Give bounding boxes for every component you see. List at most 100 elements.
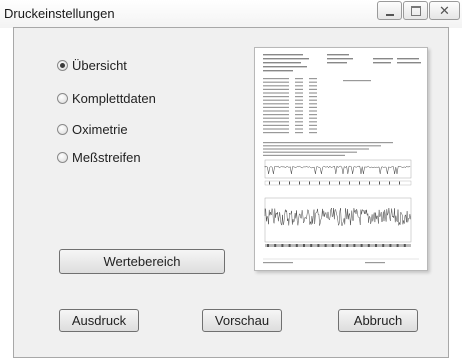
preview-timeline-bar [265, 244, 411, 247]
preview-event-mark [269, 181, 270, 185]
preview-table-cell [309, 110, 317, 112]
vorschau-button[interactable]: Vorschau [202, 309, 282, 332]
radio-label: Übersicht [72, 57, 127, 73]
preview-table-cell [309, 85, 317, 87]
preview-table-cell [263, 85, 289, 87]
preview-table-cell [309, 128, 317, 130]
close-icon: ✕ [439, 3, 450, 18]
radio-komplettdaten[interactable]: Komplettdaten [57, 89, 156, 107]
preview-event-mark [279, 181, 280, 185]
preview-table-cell [263, 96, 289, 98]
preview-text-line [263, 62, 301, 64]
preview-table-cell [263, 78, 289, 80]
radio-label: Oximetrie [72, 121, 128, 137]
preview-text-line [263, 151, 357, 153]
preview-event-mark [329, 181, 330, 185]
preview-event-mark [389, 181, 390, 185]
preview-table-cell [295, 110, 303, 112]
radio-button-icon [57, 123, 68, 135]
preview-text-line [327, 58, 353, 60]
preview-event-mark [309, 181, 310, 185]
preview-table-cell [295, 88, 303, 90]
preview-text-line [263, 70, 293, 72]
preview-table-cell [295, 99, 303, 101]
preview-text-line [327, 62, 347, 64]
preview-text-line [263, 142, 393, 144]
radio-label: Meßstreifen [72, 149, 141, 165]
minimize-icon [385, 12, 394, 16]
preview-event-mark [349, 181, 350, 185]
preview-timeline-mark [281, 244, 284, 247]
preview-table-cell [263, 99, 289, 101]
preview-table-cell [263, 117, 289, 119]
preview-event-mark [339, 181, 340, 185]
preview-table-cell [263, 106, 289, 108]
preview-table-cell [309, 92, 317, 94]
preview-timeline-mark [360, 244, 363, 247]
preview-text-line [263, 154, 345, 156]
ausdruck-button[interactable]: Ausdruck [59, 309, 139, 332]
preview-table-cell [309, 106, 317, 108]
preview-table-cell [309, 81, 317, 83]
radio-messstreifen[interactable]: Meßstreifen [57, 148, 141, 166]
preview-table-cell [309, 78, 317, 80]
preview-timeline-mark [382, 244, 385, 247]
preview-table-cell [263, 92, 289, 94]
preview-table-cell [295, 78, 303, 80]
preview-table-cell [295, 128, 303, 130]
minimize-button[interactable] [377, 1, 402, 20]
preview-table-cell [295, 85, 303, 87]
preview-text-line [397, 58, 419, 60]
preview-timeline-mark [288, 244, 291, 247]
preview-timeline-mark [403, 244, 406, 247]
preview-timeline-mark [367, 244, 370, 247]
wertebereich-button[interactable]: Wertebereich [59, 249, 225, 274]
preview-table-cell [309, 114, 317, 116]
dialog-client-area: Übersicht Komplettdaten Oximetrie Meßstr… [13, 27, 449, 358]
preview-timeline-mark [375, 244, 377, 247]
preview-event-mark [319, 181, 320, 185]
preview-text-line [263, 58, 309, 60]
close-button[interactable]: ✕ [429, 1, 460, 20]
preview-text-line [327, 54, 349, 56]
preview-text-line [373, 62, 391, 64]
preview-table-cell [263, 114, 289, 116]
preview-table-cell [295, 103, 303, 105]
preview-event-mark [369, 181, 370, 185]
preview-table-cell [263, 88, 289, 90]
radio-uebersicht[interactable]: Übersicht [57, 56, 127, 74]
preview-trace-line [264, 165, 411, 175]
preview-table-cell [263, 132, 289, 134]
preview-event-mark [299, 181, 300, 185]
preview-event-mark [359, 181, 360, 185]
maximize-button[interactable] [403, 1, 428, 20]
preview-timeline-mark [310, 244, 313, 247]
preview-table-cell [295, 114, 303, 116]
preview-table-cell [263, 128, 289, 130]
preview-table-cell [309, 124, 317, 126]
radio-oximetrie[interactable]: Oximetrie [57, 120, 128, 138]
abbruch-button[interactable]: Abbruch [338, 309, 418, 332]
preview-table-cell [309, 103, 317, 105]
radio-label: Komplettdaten [72, 90, 156, 106]
preview-table-cell [309, 121, 317, 123]
preview-timeline-mark [317, 244, 320, 247]
preview-timeline-mark [267, 244, 269, 247]
preview-event-mark [379, 181, 380, 185]
preview-text-line [263, 54, 303, 56]
preview-table-cell [263, 110, 289, 112]
preview-text-line [263, 148, 369, 150]
maximize-icon [410, 5, 421, 16]
preview-table-cell [309, 132, 317, 134]
preview-timeline-mark [339, 244, 341, 247]
preview-table-cell [295, 92, 303, 94]
preview-text-line [263, 66, 307, 68]
preview-timeline-mark [389, 244, 392, 247]
preview-table-cell [263, 81, 289, 83]
preview-table-cell [263, 121, 289, 123]
preview-table-cell [295, 117, 303, 119]
preview-event-mark [289, 181, 290, 185]
preview-table-cell [309, 88, 317, 90]
preview-table-cell [309, 117, 317, 119]
preview-timeline-mark [274, 244, 277, 247]
